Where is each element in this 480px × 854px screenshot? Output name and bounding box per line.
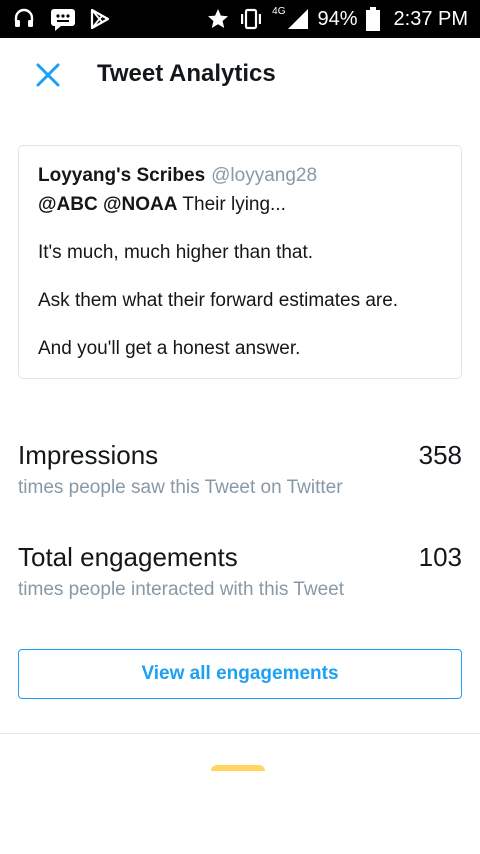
status-bar: 4G 94% 2:37 PM (0, 0, 480, 38)
clock: 2:37 PM (393, 7, 468, 30)
vibrate-icon (238, 7, 264, 31)
tweet-text-line: @ABC @NOAA Their lying... (38, 193, 442, 217)
tweet-text-line: And you'll get a honest answer. (38, 338, 301, 359)
tweet-text-line: Ask them what their forward estimates ar… (38, 290, 399, 311)
star-icon (206, 7, 230, 31)
engagements-value: 103 (418, 542, 462, 572)
battery-percentage: 94% (317, 7, 358, 30)
author-handle: @loyyang28 (211, 165, 318, 186)
status-bar-left (12, 7, 110, 31)
battery-icon (365, 7, 380, 31)
mention-abc[interactable]: @ABC (38, 194, 98, 215)
impressions-description: times people saw this Tweet on Twitter (18, 477, 343, 498)
status-bar-right: 4G 94% 2:37 PM (206, 0, 468, 38)
engagements-label: Total engagements (18, 542, 238, 572)
engagements-description: times people interacted with this Tweet (18, 579, 344, 600)
view-all-engagements-button[interactable]: View all engagements (18, 649, 462, 699)
impressions-label: Impressions (18, 440, 159, 470)
impressions-metric: Impressions 358 times people saw this Tw… (18, 440, 462, 499)
promo-tab[interactable] (211, 765, 265, 771)
engagements-metric: Total engagements 103 times people inter… (18, 542, 462, 601)
close-button[interactable] (28, 58, 68, 92)
page-title: Tweet Analytics (97, 60, 276, 87)
tweet-card[interactable]: Loyyang's Scribes @loyyang28 @ABC @NOAA T… (18, 145, 462, 379)
tweet-author: Loyyang's Scribes @loyyang28 (38, 164, 442, 188)
close-icon (35, 62, 61, 88)
play-store-icon (90, 8, 110, 30)
headset-icon (12, 7, 36, 31)
app-header: Tweet Analytics (0, 38, 480, 110)
impressions-value: 358 (418, 440, 462, 470)
tweet-text-fragment: Their lying... (177, 194, 286, 215)
mention-noaa[interactable]: @NOAA (103, 194, 177, 215)
author-name: Loyyang's Scribes (38, 165, 206, 186)
network-type-label: 4G (272, 5, 286, 17)
tweet-text-line: It's much, much higher than that. (38, 242, 314, 263)
divider (0, 733, 480, 734)
message-icon (50, 7, 76, 31)
signal-icon (287, 8, 309, 30)
